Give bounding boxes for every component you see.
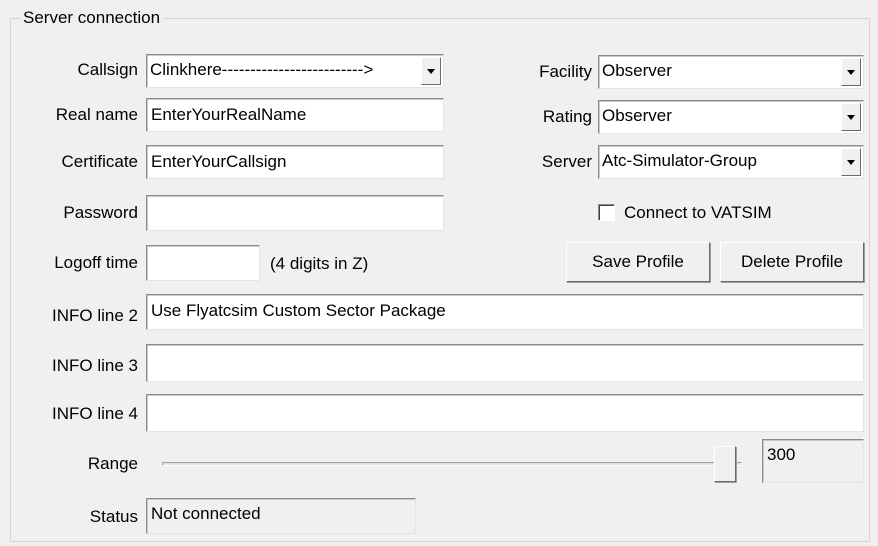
logoff-time-input[interactable] [146,245,260,281]
info-line-4-input[interactable] [146,394,864,432]
delete-profile-button[interactable]: Delete Profile [720,242,864,282]
rating-label: Rating [542,107,592,126]
info-line-3-input[interactable] [146,344,864,382]
callsign-value: Clinkhere-------------------------> [150,60,374,79]
status-label: Status [89,507,138,526]
facility-label: Facility [539,62,592,81]
password-input[interactable] [146,195,444,231]
connect-vatsim-checkbox[interactable] [598,204,615,221]
server-value: Atc-Simulator-Group [602,151,757,170]
real-name-label: Real name [55,105,138,124]
connect-vatsim-label[interactable]: Connect to VATSIM [624,202,844,224]
range-value-display: 300 [762,439,864,483]
password-label: Password [63,203,138,222]
info-line-2-label: INFO line 2 [52,306,138,325]
facility-value: Observer [602,61,672,80]
facility-combo[interactable]: Observer [598,55,864,89]
status-display: Not connected [146,498,416,534]
logoff-hint: (4 digits in Z) [270,254,369,273]
callsign-combo[interactable]: Clinkhere-------------------------> [146,54,444,88]
save-profile-button[interactable]: Save Profile [566,242,710,282]
chevron-down-icon[interactable] [421,57,441,85]
certificate-input[interactable]: EnterYourCallsign [146,145,444,179]
real-name-input[interactable]: EnterYourRealName [146,98,444,132]
rating-combo[interactable]: Observer [598,100,864,134]
callsign-label: Callsign [77,60,138,79]
server-label: Server [541,152,592,171]
server-combo[interactable]: Atc-Simulator-Group [598,145,864,179]
certificate-label: Certificate [61,152,138,171]
group-title: Server connection [20,8,164,28]
rating-value: Observer [602,106,672,125]
logoff-time-label: Logoff time [54,253,138,272]
info-line-2-input[interactable]: Use Flyatcsim Custom Sector Package [146,294,864,330]
chevron-down-icon[interactable] [841,148,861,176]
range-label: Range [87,454,138,473]
info-line-3-label: INFO line 3 [52,356,138,375]
info-line-4-label: INFO line 4 [52,404,138,423]
chevron-down-icon[interactable] [841,103,861,131]
range-slider-thumb[interactable] [714,446,737,482]
chevron-down-icon[interactable] [841,58,861,86]
range-slider-track[interactable] [162,462,742,466]
